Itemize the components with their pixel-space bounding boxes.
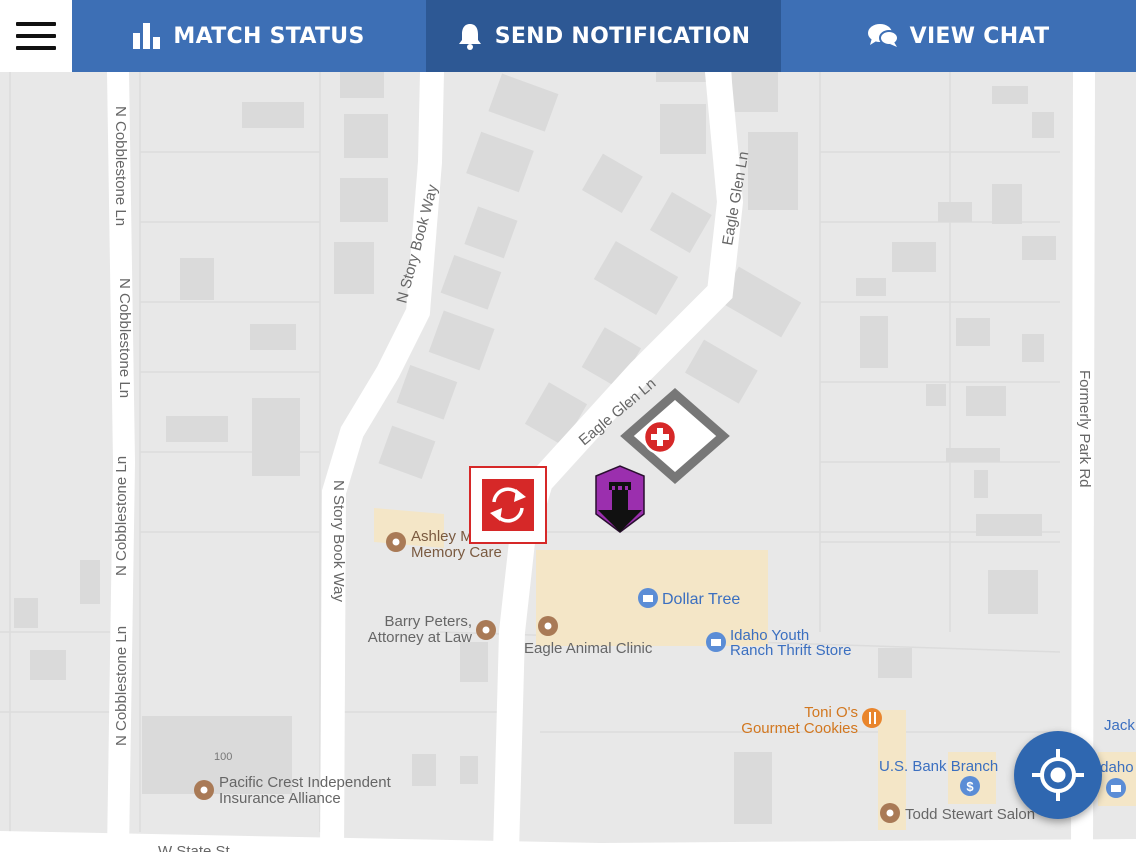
top-navigation-bar: MATCH STATUS SEND NOTIFICATION VIEW CHAT: [0, 0, 1136, 72]
street-label-cobblestone-1: N Cobblestone Ln: [112, 106, 129, 226]
game-map[interactable]: N Cobblestone Ln N Cobblestone Ln N Cobb…: [0, 72, 1136, 852]
hamburger-menu-icon: [16, 22, 56, 26]
idaho-partial-shopping-icon: [1106, 778, 1126, 798]
crosshair-locate-icon: [1032, 749, 1084, 801]
eagle-animal-clinic-label: Eagle Animal Clinic: [524, 640, 653, 657]
pacific-crest-poi-icon: [194, 780, 214, 800]
hamburger-menu-button[interactable]: [0, 0, 72, 72]
ashley-memory-care-poi-icon: [386, 532, 406, 552]
dollar-tree-shopping-icon: [638, 588, 658, 608]
toni-o-cookies-food-icon: [862, 708, 882, 728]
address-label-100: 100: [214, 751, 232, 763]
locate-me-button[interactable]: [1014, 731, 1102, 819]
barry-peters-label-line1: Barry Peters,: [384, 613, 472, 630]
tab-view-chat[interactable]: VIEW CHAT: [781, 0, 1136, 72]
barry-peters-label-line2: Attorney at Law: [368, 629, 472, 646]
chat-bubbles-icon: [867, 24, 898, 47]
toni-o-cookies-label-line2: Gourmet Cookies: [741, 720, 858, 737]
street-label-cobblestone-3: N Cobblestone Ln: [113, 456, 130, 576]
street-label-formerly-park: Formerly Park Rd: [1076, 370, 1093, 488]
tab-match-status[interactable]: MATCH STATUS: [72, 0, 426, 72]
jack-label: Jack: [1104, 717, 1135, 734]
street-label-storybook-2: N Story Book Way: [330, 480, 347, 602]
eagle-animal-clinic-poi-icon: [538, 616, 558, 636]
ashley-memory-care-label-line2: Memory Care: [411, 544, 502, 561]
us-bank-label: U.S. Bank Branch: [879, 758, 998, 775]
bar-chart-icon: [133, 23, 161, 49]
idaho-youth-ranch-label-line2: Ranch Thrift Store: [730, 642, 851, 659]
tab-match-status-label: MATCH STATUS: [173, 23, 365, 49]
todd-stewart-poi-icon: [880, 803, 900, 823]
bell-icon: [458, 24, 481, 50]
toni-o-cookies-label-line1: Toni O's: [804, 704, 858, 721]
idaho-youth-ranch-shopping-icon: [706, 632, 726, 652]
idaho-partial-label: Idaho S: [1096, 759, 1136, 776]
street-label-cobblestone-2: N Cobblestone Ln: [116, 278, 133, 398]
tab-send-notification-label: SEND NOTIFICATION: [494, 23, 751, 49]
pacific-crest-label-line2: Insurance Alliance: [219, 790, 341, 807]
pacific-crest-label-line1: Pacific Crest Independent: [219, 774, 392, 791]
street-label-cobblestone-4: N Cobblestone Ln: [113, 626, 130, 746]
w-state-street-label: W State St: [158, 843, 231, 852]
respawn-marker-icon[interactable]: [469, 466, 547, 544]
svg-text:$: $: [966, 779, 974, 794]
tab-send-notification[interactable]: SEND NOTIFICATION: [426, 0, 781, 72]
dollar-tree-label: Dollar Tree: [662, 591, 740, 608]
us-bank-dollar-icon: $: [960, 776, 980, 796]
todd-stewart-salon-label: Todd Stewart Salon: [905, 806, 1035, 823]
ashley-memory-care-label-line1: Ashley M: [411, 528, 473, 545]
barry-peters-poi-icon: [476, 620, 496, 640]
tab-view-chat-label: VIEW CHAT: [909, 23, 1050, 49]
